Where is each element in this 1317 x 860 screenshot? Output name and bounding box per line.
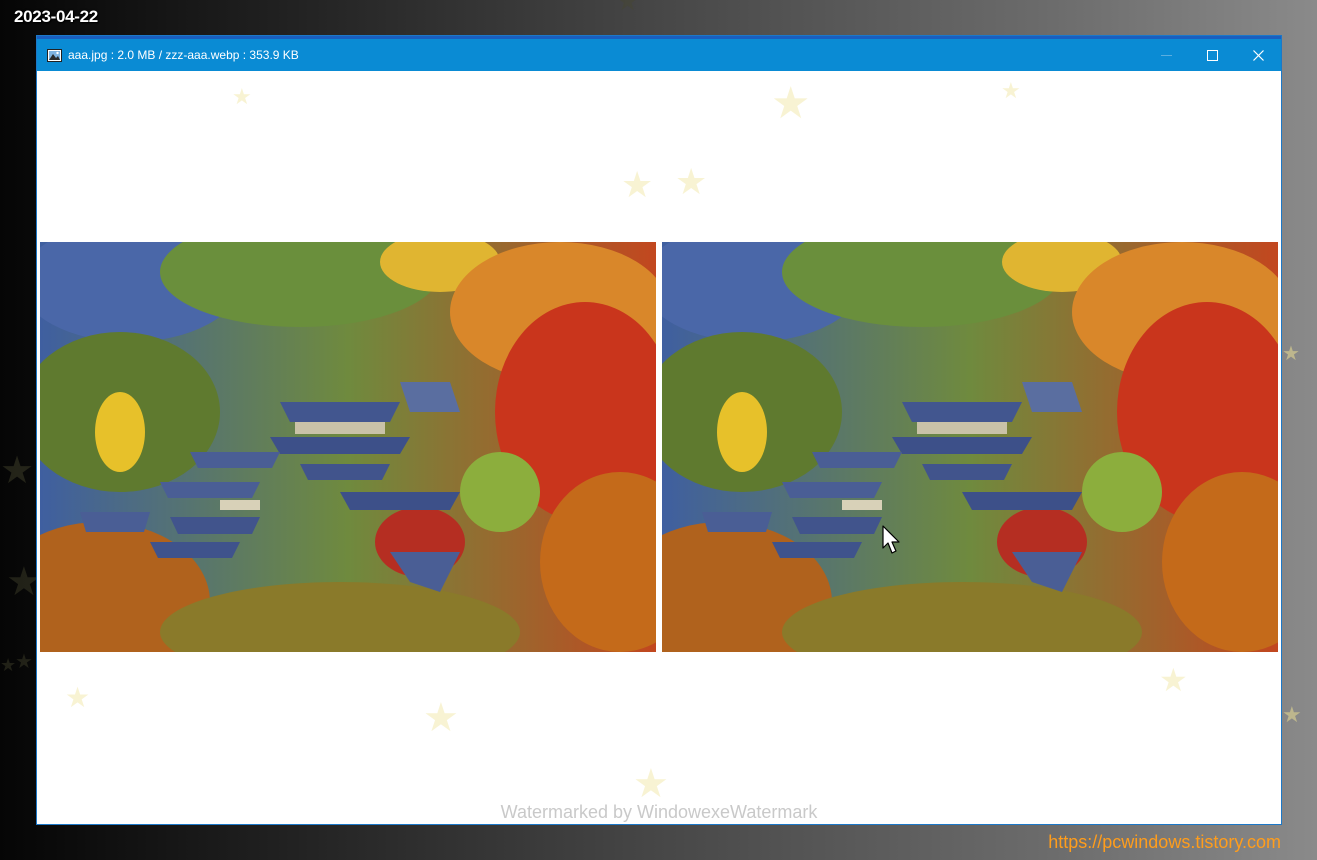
star-icon: ★ — [1282, 343, 1300, 365]
star-icon: ★ — [675, 161, 708, 202]
star-icon: ★ — [1282, 702, 1302, 727]
image-viewer-window: aaa.jpg : 2.0 MB / zzz-aaa.webp : 353.9 … — [36, 35, 1282, 825]
star-icon: ★ — [0, 450, 35, 492]
watermark-text: Watermarked by WindowexeWatermark — [500, 802, 818, 822]
site-link[interactable]: https://pcwindows.tistory.com — [1048, 832, 1281, 853]
image-viewer-icon — [47, 48, 62, 62]
star-icon: ★ — [423, 696, 459, 740]
maximize-icon — [1206, 49, 1218, 61]
maximize-button[interactable] — [1189, 39, 1235, 71]
date-stamp: 2023-04-22 — [14, 7, 98, 26]
close-icon — [1252, 49, 1264, 61]
minimize-icon — [1160, 54, 1172, 56]
minimize-button[interactable] — [1143, 39, 1189, 71]
star-icon: ★ — [621, 164, 654, 205]
star-icon: ★ — [65, 682, 91, 713]
star-icon: ★ — [771, 79, 811, 128]
star-icon: ★ — [633, 762, 669, 806]
autumn-temple-photo — [40, 242, 656, 652]
autumn-temple-photo — [662, 242, 1278, 652]
right-image-panel — [662, 242, 1278, 652]
mouse-cursor-icon — [882, 525, 900, 554]
star-icon: ★ — [0, 655, 17, 675]
star-icon: ★ — [1159, 662, 1188, 698]
star-icon: ★ — [232, 84, 252, 109]
left-image-panel — [40, 242, 656, 652]
window-title: aaa.jpg : 2.0 MB / zzz-aaa.webp : 353.9 … — [68, 48, 299, 62]
star-icon: ★ — [1001, 78, 1021, 103]
star-icon: ★ — [616, 0, 640, 16]
window-controls — [1143, 39, 1281, 71]
star-icon: ★ — [15, 651, 33, 673]
title-bar[interactable]: aaa.jpg : 2.0 MB / zzz-aaa.webp : 353.9 … — [37, 39, 1281, 71]
close-button[interactable] — [1235, 39, 1281, 71]
